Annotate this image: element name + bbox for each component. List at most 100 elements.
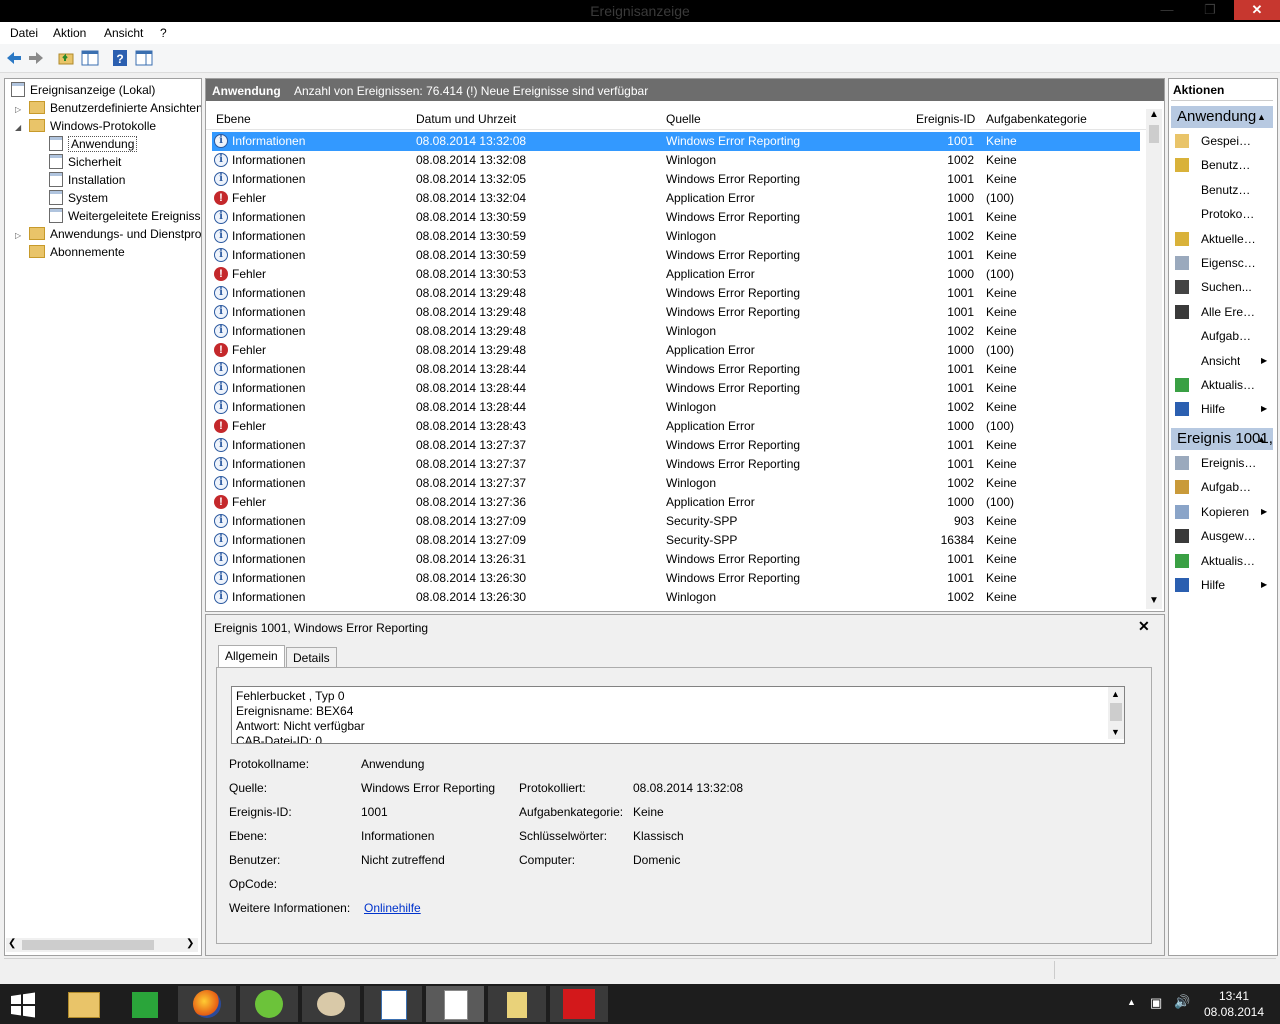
tree-custom-views[interactable]: Benutzerdefinierte Ansichten [29, 99, 201, 117]
tree-log-anwendung[interactable]: Anwendung [49, 135, 138, 153]
expand-arrow-icon[interactable]: ▷ [15, 231, 21, 240]
action-item[interactable]: Aufgabe an dieses Protokoll anfügen... [1173, 325, 1273, 347]
tab-details[interactable]: Details [286, 647, 337, 669]
event-row[interactable]: i Informationen 08.08.2014 13:32:05 Windows… [212, 170, 1140, 189]
action-item[interactable]: Aktualisieren [1173, 374, 1273, 396]
expand-arrow-icon[interactable]: ▷ [15, 105, 21, 114]
event-row[interactable]: i Informationen 08.08.2014 13:26:30 Winlogo… [212, 588, 1140, 607]
taskbar-clock[interactable]: 13:41 08.08.2014 [1195, 988, 1273, 1020]
tree-log-sicherheit[interactable]: Sicherheit [49, 153, 121, 171]
close-window-button[interactable]: ✕ [1234, 0, 1280, 20]
network-icon[interactable]: ▣ [1150, 995, 1162, 1011]
tree-windows-logs[interactable]: Windows-Protokolle [29, 117, 156, 135]
menu-datei[interactable]: Datei [10, 26, 38, 40]
show-tree-icon[interactable] [81, 49, 99, 67]
menu-help[interactable]: ? [160, 26, 167, 40]
event-row[interactable]: i Informationen 08.08.2014 13:32:08 Winlogo… [212, 151, 1140, 170]
event-row[interactable]: i Informationen 08.08.2014 13:27:37 Windows… [212, 436, 1140, 455]
tree-log-installation[interactable]: Installation [49, 171, 125, 189]
taskbar-explorer[interactable] [54, 986, 112, 1022]
scroll-up-icon[interactable]: ▲ [1149, 109, 1159, 120]
taskbar-app-green[interactable] [240, 986, 298, 1022]
event-row[interactable]: i Informationen 08.08.2014 13:29:48 Windows… [212, 303, 1140, 322]
close-detail-icon[interactable]: ✕ [1138, 618, 1150, 635]
scroll-thumb[interactable] [1110, 703, 1122, 721]
col-aufgabenkategorie[interactable]: Aufgabenkategorie [986, 112, 1087, 126]
forward-arrow-icon[interactable] [27, 49, 45, 67]
event-row[interactable]: i Informationen 08.08.2014 13:30:59 Winlogo… [212, 227, 1140, 246]
taskbar-store[interactable] [116, 986, 174, 1022]
event-row[interactable]: i Informationen 08.08.2014 13:32:08 Windows… [212, 132, 1140, 151]
event-row[interactable]: i Informationen 08.08.2014 13:28:44 Windows… [212, 360, 1140, 379]
scroll-thumb[interactable] [22, 940, 154, 950]
back-arrow-icon[interactable] [5, 49, 23, 67]
action-item[interactable]: Protokoll löschen... [1173, 203, 1273, 225]
action-item[interactable]: Ereigniseigenschaften [1173, 452, 1273, 474]
scroll-right-icon[interactable]: ❯ [186, 938, 194, 949]
event-row[interactable]: i Informationen 08.08.2014 13:27:09 Securit… [212, 531, 1140, 550]
action-item[interactable]: Hilfe ▶ [1173, 398, 1273, 420]
action-item[interactable]: Aufgabe an dieses Ereignis anfügen... [1173, 476, 1273, 498]
event-row[interactable]: i Informationen 08.08.2014 13:29:48 Windows… [212, 284, 1140, 303]
scroll-up-icon[interactable]: ▲ [1111, 687, 1120, 702]
action-item[interactable]: Suchen... [1173, 276, 1273, 298]
taskbar-paint[interactable] [302, 986, 360, 1022]
show-hidden-icons-icon[interactable]: ▲ [1127, 997, 1136, 1007]
action-item[interactable]: Ansicht ▶ [1173, 350, 1273, 372]
taskbar-app-cup[interactable] [488, 986, 546, 1022]
scroll-down-icon[interactable]: ▼ [1111, 725, 1120, 740]
menu-aktion[interactable]: Aktion [53, 26, 86, 40]
collapse-arrow-icon[interactable]: ▲ [1257, 434, 1266, 444]
tab-allgemein[interactable]: Allgemein [218, 645, 285, 669]
tree-log-forwarded[interactable]: Weitergeleitete Ereignisse [49, 207, 201, 225]
taskbar-event-viewer[interactable] [426, 986, 484, 1022]
minimize-button[interactable]: — [1150, 0, 1184, 20]
action-item[interactable]: Eigenschaften [1173, 252, 1273, 274]
col-ereignis-id[interactable]: Ereignis-ID [916, 112, 975, 126]
event-row[interactable]: ! Fehler 08.08.2014 13:29:48 Application Er… [212, 341, 1140, 360]
action-item[interactable]: Benutzerdefinierte Ansicht importieren..… [1173, 179, 1273, 201]
tree-subscriptions[interactable]: Abonnemente [29, 243, 125, 261]
col-quelle[interactable]: Quelle [666, 112, 701, 126]
scroll-thumb[interactable] [1149, 125, 1159, 143]
event-row[interactable]: i Informationen 08.08.2014 13:27:09 Securit… [212, 512, 1140, 531]
action-item[interactable]: Ausgewählte Ereignisse speichern... [1173, 525, 1273, 547]
scroll-down-icon[interactable]: ▼ [1149, 595, 1159, 606]
action-item[interactable]: Gespeicherte Protokolldatei öffnen... [1173, 130, 1273, 152]
col-ebene[interactable]: Ebene [216, 112, 251, 126]
action-item[interactable]: Aktuelles Protokoll filtern... [1173, 228, 1273, 250]
taskbar-wordpad[interactable] [364, 986, 422, 1022]
event-row[interactable]: i Informationen 08.08.2014 13:29:48 Winlogo… [212, 322, 1140, 341]
event-row[interactable]: i Informationen 08.08.2014 13:27:37 Winlogo… [212, 474, 1140, 493]
up-folder-icon[interactable] [57, 49, 75, 67]
maximize-button[interactable]: ❐ [1190, 0, 1230, 20]
event-list-vertical-scrollbar[interactable]: ▲ ▼ [1146, 109, 1162, 609]
action-item[interactable]: Aktualisieren [1173, 550, 1273, 572]
show-action-pane-icon[interactable] [135, 49, 153, 67]
event-row[interactable]: i Informationen 08.08.2014 13:28:44 Windows… [212, 379, 1140, 398]
taskbar-avira[interactable] [550, 986, 608, 1022]
event-row[interactable]: i Informationen 08.08.2014 13:30:59 Windows… [212, 246, 1140, 265]
event-description-box[interactable]: Fehlerbucket , Typ 0 Ereignisname: BEX64… [231, 686, 1125, 744]
description-scrollbar[interactable]: ▲ ▼ [1108, 687, 1124, 739]
event-row[interactable]: i Informationen 08.08.2014 13:30:59 Windows… [212, 208, 1140, 227]
action-item[interactable]: Kopieren ▶ [1173, 501, 1273, 523]
help-icon[interactable]: ? [111, 49, 129, 67]
collapse-arrow-icon[interactable]: ▲ [1257, 112, 1266, 122]
online-help-link[interactable]: Onlinehilfe [364, 901, 421, 915]
tree-app-service-logs[interactable]: Anwendungs- und Dienstprotokolle [29, 225, 201, 243]
action-item[interactable]: Hilfe ▶ [1173, 574, 1273, 596]
tree-root[interactable]: Ereignisanzeige (Lokal) [11, 81, 155, 99]
action-item[interactable]: Benutzerdefinierte Ansicht erstellen... [1173, 154, 1273, 176]
col-datum[interactable]: Datum und Uhrzeit [416, 112, 516, 126]
collapse-arrow-icon[interactable]: ◢ [15, 123, 21, 132]
event-row[interactable]: ! Fehler 08.08.2014 13:27:36 Application Er… [212, 493, 1140, 512]
windows-start-icon[interactable] [10, 992, 36, 1018]
volume-icon[interactable]: 🔊 [1174, 994, 1190, 1010]
action-item[interactable]: Alle Ereignisse speichern unter... [1173, 301, 1273, 323]
tree-log-system[interactable]: System [49, 189, 108, 207]
taskbar-firefox[interactable] [178, 986, 236, 1022]
event-row[interactable]: i Informationen 08.08.2014 13:26:31 Windows… [212, 550, 1140, 569]
scroll-left-icon[interactable]: ❮ [8, 938, 16, 949]
event-row[interactable]: i Informationen 08.08.2014 13:28:44 Winlogo… [212, 398, 1140, 417]
